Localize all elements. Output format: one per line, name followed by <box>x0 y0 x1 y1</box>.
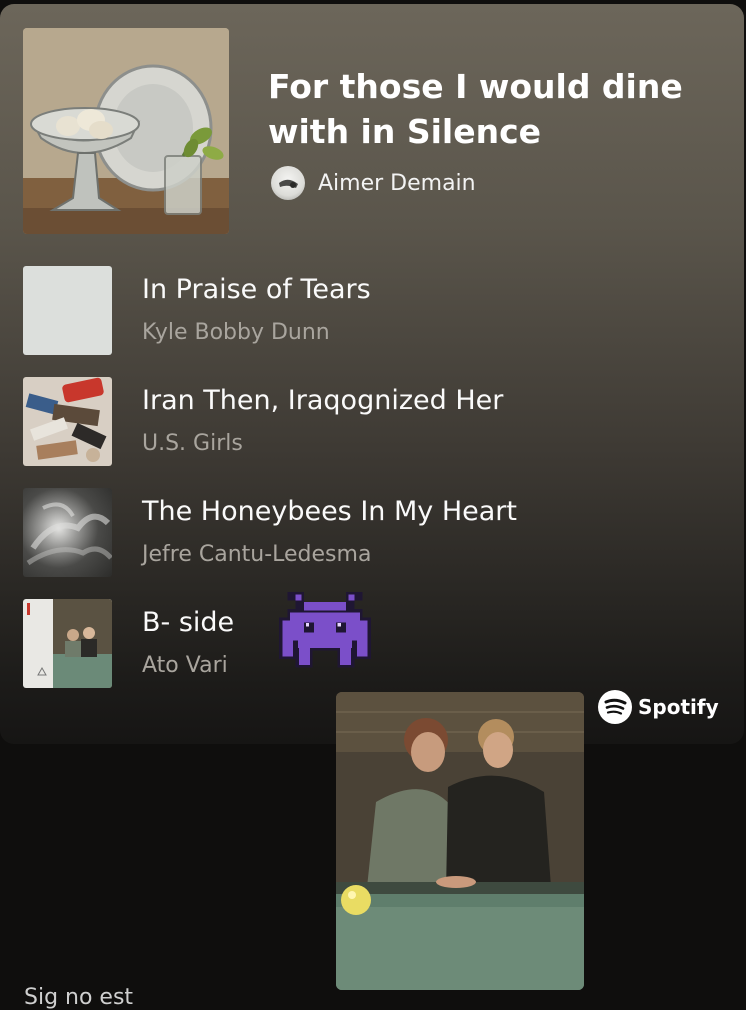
footer-text: Sig no est <box>24 985 134 1010</box>
spotify-wordmark: Spotify <box>638 695 719 719</box>
track-row[interactable]: B- side Ato Vari <box>23 599 723 689</box>
collage-cover-icon <box>23 377 112 466</box>
owner-avatar-icon <box>279 179 298 188</box>
track-title: Iran Then, Iraqognized Her <box>142 385 504 416</box>
track-title: The Honeybees In My Heart <box>142 496 517 527</box>
billiard-photo-sticker[interactable] <box>336 692 584 990</box>
owner-name: Aimer Demain <box>318 170 476 196</box>
billiard-cover-icon <box>23 599 112 688</box>
track-row[interactable]: The Honeybees In My Heart Jefre Cantu-Le… <box>23 488 723 578</box>
track-artist[interactable]: Ato Vari <box>142 653 228 678</box>
smoke-cover-icon <box>23 488 112 577</box>
playlist-card: For those I would dine with in Silence A… <box>0 4 744 744</box>
track-title: In Praise of Tears <box>142 274 371 305</box>
spotify-logo[interactable]: Spotify <box>598 690 719 724</box>
playlist-owner[interactable]: Aimer Demain <box>271 166 476 200</box>
owner-avatar <box>271 166 305 200</box>
track-artist[interactable]: Jefre Cantu-Ledesma <box>142 542 371 567</box>
playlist-cover[interactable] <box>23 28 229 234</box>
spotify-logo-icon <box>598 690 632 724</box>
track-artist[interactable]: Kyle Bobby Dunn <box>142 320 330 345</box>
pale-grey-cover-icon <box>23 266 112 355</box>
playlist-title: For those I would dine with in Silence <box>268 67 683 151</box>
still-life-painting-icon <box>23 28 229 234</box>
track-row[interactable]: In Praise of Tears Kyle Bobby Dunn <box>23 266 723 356</box>
alien-monster-emoji-icon <box>279 592 371 680</box>
track-row[interactable]: Iran Then, Iraqognized Her U.S. Girls <box>23 377 723 467</box>
track-artist[interactable]: U.S. Girls <box>142 431 243 456</box>
track-title: B- side <box>142 607 235 638</box>
